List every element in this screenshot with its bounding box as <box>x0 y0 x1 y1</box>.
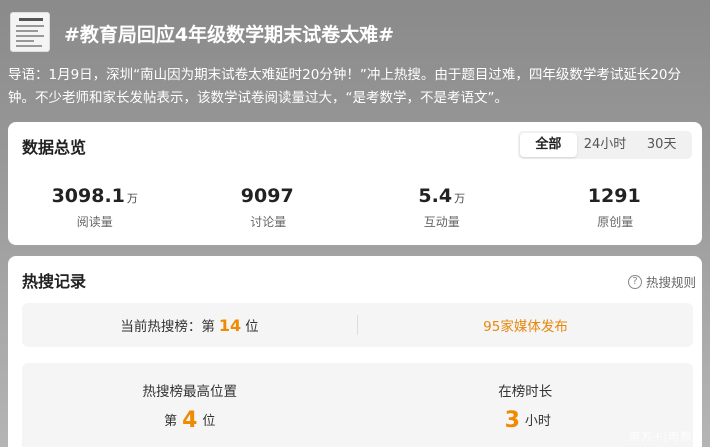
rules-label: 热搜规则 <box>645 275 696 290</box>
source-watermark: 南方+|南都周 <box>629 430 704 443</box>
highest-position-value: 4 <box>182 408 198 433</box>
stat-label: 阅读量 <box>76 215 113 229</box>
stat-value: 1291 <box>587 185 641 207</box>
hot-search-record-card: 热搜记录 ? 热搜规则 当前热搜榜：第 14 位 95家媒体发布 热搜榜最高位置 第… <box>8 256 702 447</box>
stat-reads: 3098.1 万 阅读量 <box>8 184 182 230</box>
stat-originals: 1291 原创量 <box>529 184 703 230</box>
current-rank-prefix: 当前热搜榜：第 <box>120 319 215 335</box>
current-rank-value: 14 <box>218 316 242 335</box>
time-range-tabs: 全部 24小时 30天 <box>518 131 692 159</box>
overview-title: 数据总览 <box>22 138 87 157</box>
time-on-list-value: 3 <box>504 408 520 433</box>
stat-unit: 万 <box>126 192 138 205</box>
highest-prefix: 第 <box>164 414 178 429</box>
tab-30d[interactable]: 30天 <box>633 133 690 157</box>
topic-title: #教育局回应4年级数学期末试卷太难# <box>64 24 395 46</box>
topic-thumbnail[interactable] <box>10 12 50 52</box>
current-rank-suffix: 位 <box>245 319 259 335</box>
stat-value: 9097 <box>240 185 294 207</box>
stat-label: 互动量 <box>423 215 460 229</box>
media-publish-link[interactable]: 95家媒体发布 <box>358 315 693 335</box>
stat-label: 讨论量 <box>250 215 287 229</box>
stats-row: 3098.1 万 阅读量 9097 讨论量 5.4 万 互动量 1291 原创量 <box>8 184 702 230</box>
stat-unit: 万 <box>454 192 466 205</box>
stat-interactions: 5.4 万 互动量 <box>355 184 529 230</box>
hot-search-rules-link[interactable]: ? 热搜规则 <box>627 272 696 291</box>
best-stats-row: 热搜榜最高位置 第4位 在榜时长 3 小时 <box>22 363 693 447</box>
highest-position: 热搜榜最高位置 第4位 <box>22 363 358 447</box>
stat-value: 5.4 <box>418 185 453 207</box>
stat-value: 3098.1 <box>51 185 125 207</box>
tab-24h[interactable]: 24小时 <box>577 133 634 157</box>
topic-header: #教育局回应4年级数学期末试卷太难# <box>10 12 700 54</box>
question-icon: ? <box>627 274 642 289</box>
current-rank-row: 当前热搜榜：第 14 位 95家媒体发布 <box>22 303 693 347</box>
highest-position-label: 热搜榜最高位置 <box>142 384 238 400</box>
stat-label: 原创量 <box>597 215 634 229</box>
tab-all[interactable]: 全部 <box>520 133 577 157</box>
current-rank: 当前热搜榜：第 14 位 <box>22 315 357 335</box>
data-overview-card: 数据总览 全部 24小时 30天 3098.1 万 阅读量 9097 讨论量 5.… <box>8 122 702 245</box>
highest-suffix: 位 <box>202 414 216 429</box>
stat-discussions: 9097 讨论量 <box>182 184 356 230</box>
time-on-list-unit: 小时 <box>524 414 551 429</box>
topic-intro: 导语：1月9日，深圳“南山因为期末试卷太难延时20分钟！”冲上热搜。由于题目过难… <box>8 67 682 106</box>
time-on-list-label: 在榜时长 <box>498 384 553 400</box>
hot-record-title: 热搜记录 <box>22 272 87 291</box>
